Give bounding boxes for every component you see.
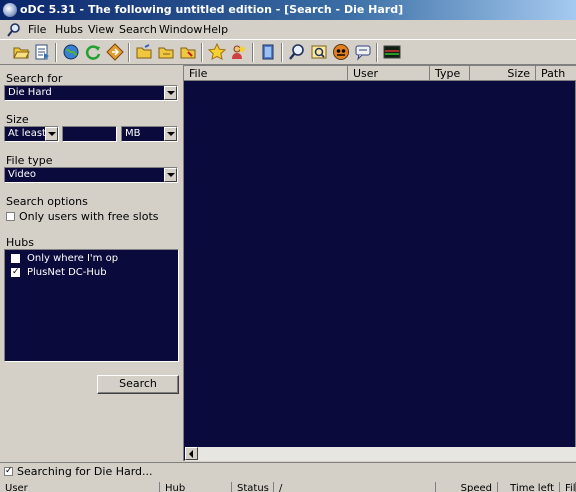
open-folder-icon[interactable] [12, 43, 30, 61]
file-type-select[interactable]: Video [4, 167, 178, 183]
toolbar-separator [281, 43, 283, 62]
globe-icon[interactable] [62, 43, 80, 61]
status-text: Searching for Die Hard... [17, 465, 153, 478]
window-title: oDC 5.31 - The following untitled editio… [20, 3, 404, 16]
hubs-label: Hubs [6, 236, 34, 249]
chat-icon[interactable] [354, 43, 372, 61]
search-input[interactable]: Die Hard [4, 85, 178, 101]
menu-view[interactable]: View [88, 23, 114, 36]
results-list[interactable]: File User Type Size Path [183, 65, 576, 461]
column-header-type[interactable]: Type [430, 66, 470, 81]
transfer-column-status[interactable]: Status [232, 482, 274, 492]
horizontal-scrollbar[interactable] [185, 447, 576, 461]
title-bar[interactable]: oDC 5.31 - The following untitled editio… [0, 0, 576, 20]
size-unit-select[interactable]: MB [121, 126, 178, 142]
search-for-label: Search for [6, 72, 63, 85]
menu-window[interactable]: Window [159, 23, 202, 36]
chevron-down-icon[interactable] [164, 127, 177, 141]
file-type-label: File type [6, 154, 53, 167]
toolbar-separator [376, 43, 378, 62]
size-mode-select[interactable]: At least [4, 126, 59, 142]
search-options-label: Search options [6, 195, 88, 208]
transfer-column-user[interactable]: User [0, 482, 160, 492]
column-header-path[interactable]: Path [536, 66, 576, 81]
toolbar-separator [55, 43, 57, 62]
toolbar-separator [128, 43, 130, 62]
scroll-left-icon[interactable] [185, 447, 198, 460]
search-panel: Search for Die Hard Size At least MB Fil… [0, 65, 183, 460]
column-header-file[interactable]: File [184, 66, 348, 81]
size-label: Size [6, 113, 29, 126]
chevron-down-icon[interactable] [164, 86, 177, 100]
users-icon[interactable] [230, 43, 248, 61]
transfer-column-time-left[interactable]: Time left [498, 482, 560, 492]
search-window-icon[interactable] [6, 22, 22, 38]
hub-only-op-checkbox[interactable] [11, 253, 20, 263]
free-slots-label: Only users with free slots [19, 210, 159, 223]
transfers-list[interactable]: User Hub Status / Speed Time left File [0, 482, 576, 492]
size-value-input[interactable] [62, 126, 117, 142]
folder-icon[interactable] [157, 43, 175, 61]
status-bar: ✓ Searching for Die Hard... [0, 462, 576, 480]
status-checkbox[interactable]: ✓ [4, 467, 13, 476]
menu-help[interactable]: Help [203, 23, 228, 36]
hub-plusnet-checkbox[interactable]: ✓ [11, 267, 20, 277]
chevron-down-icon[interactable] [164, 168, 177, 182]
app-icon [3, 3, 17, 17]
hub-item-only-op[interactable]: Only where I'm op [11, 253, 118, 266]
transfer-column-slash[interactable]: / [274, 482, 436, 492]
transfer-column-file[interactable]: File [560, 482, 576, 492]
chevron-down-icon[interactable] [45, 127, 58, 141]
menu-bar: File Hubs View Search Window Help [0, 20, 576, 39]
menu-file[interactable]: File [28, 23, 46, 36]
open-list-icon[interactable] [33, 43, 51, 61]
column-header-size[interactable]: Size [470, 66, 536, 81]
hub-item-plusnet[interactable]: ✓ PlusNet DC-Hub [11, 267, 107, 280]
network-stats-icon[interactable] [383, 43, 401, 61]
folder-icon[interactable] [179, 43, 197, 61]
adl-icon[interactable] [332, 43, 350, 61]
search-spy-icon[interactable] [310, 43, 328, 61]
transfer-column-speed[interactable]: Speed [436, 482, 498, 492]
toolbar [0, 39, 576, 65]
menu-search[interactable]: Search [119, 23, 157, 36]
favorites-star-icon[interactable] [208, 43, 226, 61]
toolbar-separator [252, 43, 254, 62]
reconnect-icon[interactable] [106, 43, 124, 61]
search-icon[interactable] [288, 43, 306, 61]
menu-hubs[interactable]: Hubs [55, 23, 83, 36]
transfer-column-hub[interactable]: Hub [160, 482, 232, 492]
search-button[interactable]: Search [97, 375, 179, 394]
folder-icon[interactable] [135, 43, 153, 61]
refresh-icon[interactable] [84, 43, 102, 61]
free-slots-checkbox[interactable] [6, 212, 15, 221]
column-header-user[interactable]: User [348, 66, 430, 81]
toolbar-separator [201, 43, 203, 62]
notepad-icon[interactable] [259, 43, 277, 61]
hubs-list: Only where I'm op ✓ PlusNet DC-Hub [4, 249, 179, 362]
